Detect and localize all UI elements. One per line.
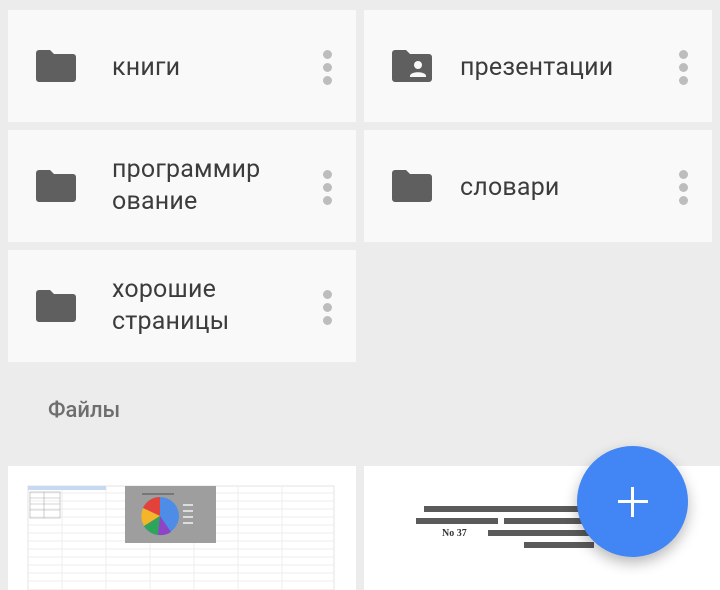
more-options-icon[interactable] xyxy=(678,170,688,205)
folder-card-prezentacii[interactable]: презентации xyxy=(364,10,712,122)
folder-card-horoshie-stranicy[interactable]: хорошие страницы xyxy=(8,250,356,362)
folder-name: презентации xyxy=(460,53,614,82)
more-options-icon[interactable] xyxy=(678,50,688,85)
document-number-label: No 37 xyxy=(442,528,467,539)
folder-icon xyxy=(392,170,432,202)
folder-name: словари xyxy=(460,173,560,202)
folder-icon xyxy=(36,50,76,82)
folder-name: книги xyxy=(112,53,181,82)
files-section-title: Файлы xyxy=(48,398,121,423)
more-options-icon[interactable] xyxy=(322,50,332,85)
shared-folder-icon xyxy=(392,50,432,82)
file-card-spreadsheet[interactable] xyxy=(8,466,356,590)
folder-card-knigi[interactable]: книги xyxy=(8,10,356,122)
folder-card-programmirovanie[interactable]: программир ование xyxy=(8,130,356,242)
folder-card-slovari[interactable]: словари xyxy=(364,130,712,242)
folder-name: хорошие страницы xyxy=(112,275,230,336)
folder-name: программир ование xyxy=(112,155,261,216)
spreadsheet-thumbnail xyxy=(27,485,335,590)
more-options-icon[interactable] xyxy=(322,290,332,325)
folder-icon xyxy=(36,290,76,322)
folder-icon xyxy=(36,170,76,202)
add-button[interactable] xyxy=(577,446,688,557)
more-options-icon[interactable] xyxy=(322,170,332,205)
